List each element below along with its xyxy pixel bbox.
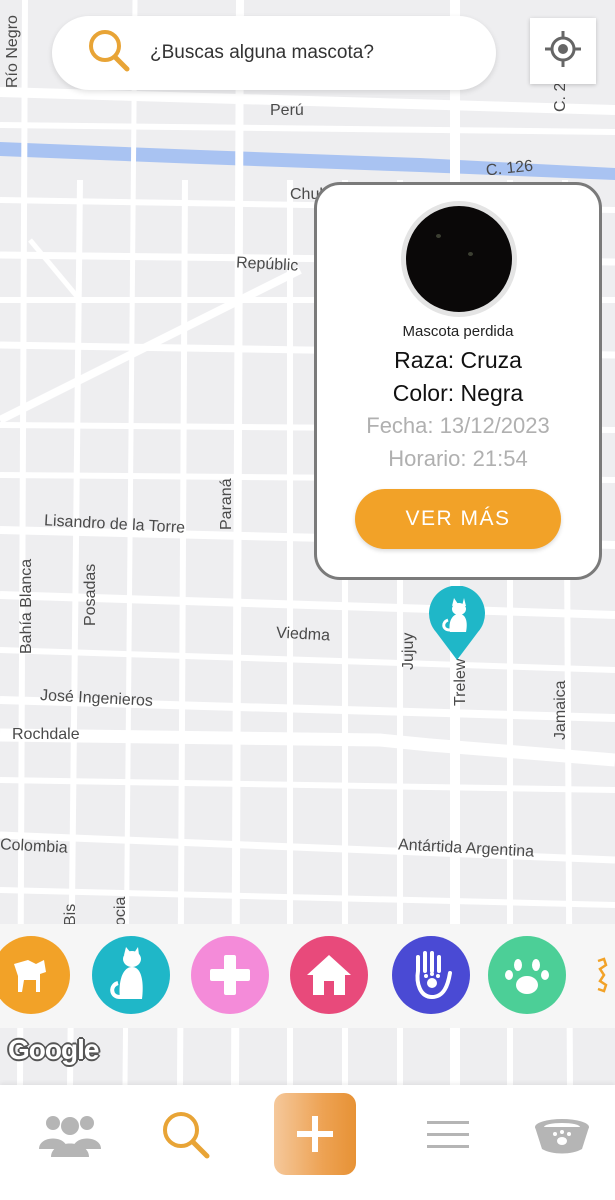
bottom-navigation xyxy=(0,1085,615,1200)
paw-icon xyxy=(505,959,549,994)
house-icon xyxy=(307,955,351,995)
gear-icon xyxy=(597,957,608,993)
street-label: Colombia xyxy=(0,836,69,857)
category-pets-button[interactable] xyxy=(488,936,566,1014)
plus-icon xyxy=(210,955,250,995)
people-icon xyxy=(39,1116,101,1157)
pet-status: Mascota perdida xyxy=(402,323,514,340)
street-label: Viedma xyxy=(275,624,331,645)
category-health-button[interactable] xyxy=(191,936,269,1014)
my-location-button[interactable] xyxy=(530,18,596,84)
pet-date: Fecha: 13/12/2023 xyxy=(366,413,550,438)
menu-icon xyxy=(427,1121,469,1148)
street-label: Perú xyxy=(270,102,304,119)
category-more-button[interactable] xyxy=(584,936,615,1014)
pet-color: Color: Negra xyxy=(392,380,524,406)
street-label: Río Negro xyxy=(4,15,21,88)
pet-info-popup: Mascota perdida Raza: Cruza Color: Negra… xyxy=(314,182,602,580)
street-label: Posadas xyxy=(82,563,99,626)
category-dog-button[interactable] xyxy=(0,936,70,1014)
street-label: Jamaica xyxy=(552,680,569,740)
pet-photo xyxy=(401,201,517,317)
category-strip[interactable] xyxy=(0,924,615,1028)
crosshair-icon xyxy=(543,29,583,74)
search-bar[interactable]: ¿Buscas alguna mascota? xyxy=(52,16,496,90)
nav-food-button[interactable] xyxy=(522,1085,602,1185)
street-label: Paraná xyxy=(218,478,235,530)
category-shelter-button[interactable] xyxy=(290,936,368,1014)
street-label: Jujuy xyxy=(400,632,417,670)
pet-bowl-icon xyxy=(535,1119,589,1154)
pet-time: Horario: 21:54 xyxy=(388,446,528,471)
plus-icon xyxy=(297,1116,333,1152)
nav-search-button[interactable] xyxy=(146,1085,226,1185)
street-label: Bahía Blanca xyxy=(18,558,35,654)
search-icon xyxy=(163,1112,210,1159)
search-icon xyxy=(86,28,132,79)
pet-map-marker[interactable] xyxy=(428,585,486,667)
google-logo: Google xyxy=(8,1034,99,1065)
street-label: ocia xyxy=(112,896,129,926)
street-label: Bis xyxy=(62,903,79,926)
category-cat-button[interactable] xyxy=(92,936,170,1014)
cat-icon xyxy=(110,947,143,999)
see-more-button[interactable]: VER MÁS xyxy=(355,489,561,549)
street-label: Rochdale xyxy=(12,726,80,743)
search-input[interactable]: ¿Buscas alguna mascota? xyxy=(150,42,374,64)
street-label: Repúblic xyxy=(235,254,299,275)
nav-menu-button[interactable] xyxy=(408,1085,488,1185)
nav-community-button[interactable] xyxy=(30,1085,110,1185)
nav-add-button[interactable] xyxy=(274,1093,356,1175)
category-adoption-button[interactable] xyxy=(392,936,470,1014)
hand-paw-icon xyxy=(415,951,452,1000)
dog-icon xyxy=(14,960,46,992)
pet-breed: Raza: Cruza xyxy=(394,347,522,373)
